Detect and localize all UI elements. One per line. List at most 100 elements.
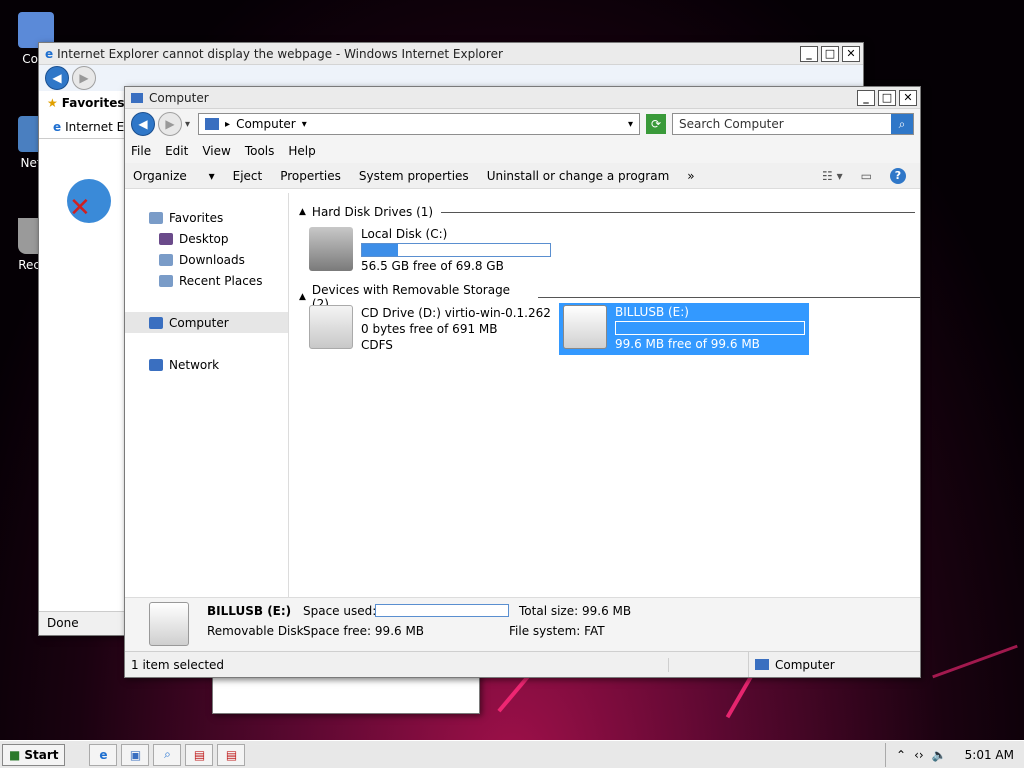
organize-label: Organize xyxy=(133,168,187,183)
nav-item-network[interactable]: Network xyxy=(125,354,288,375)
collapse-icon[interactable]: ▲ xyxy=(299,207,306,217)
nav-item-favorites[interactable]: Favorites xyxy=(125,207,288,228)
globe-error-icon: ✕ xyxy=(67,179,111,223)
ie-icon: e xyxy=(99,747,108,762)
preview-pane-icon[interactable]: ▭ xyxy=(861,169,872,183)
explorer-window[interactable]: Computer _ □ ✕ ◀ ▶ ▾ ▸ Computer ▾ ▾ ⟳ Se… xyxy=(124,86,921,678)
space-free-label: Space free: xyxy=(303,624,372,638)
star-icon: ★ xyxy=(47,96,58,110)
history-dropdown-icon[interactable]: ▾ xyxy=(185,119,190,130)
taskbar-search-button[interactable]: ⌕ xyxy=(153,743,182,766)
nav-label: Downloads xyxy=(179,252,245,267)
drive-e-selected[interactable]: BILLUSB (E:) 99.6 MB free of 99.6 MB xyxy=(559,303,809,355)
nav-item-computer[interactable]: Computer xyxy=(125,312,288,333)
nav-item-desktop[interactable]: Desktop xyxy=(125,228,288,249)
ie-window-title: Internet Explorer cannot display the web… xyxy=(57,46,503,61)
menu-file[interactable]: File xyxy=(131,144,151,158)
maximize-button[interactable]: □ xyxy=(821,45,839,62)
ie-back-button[interactable]: ◀ xyxy=(45,66,69,90)
group-header-hard-disks[interactable]: ▲ Hard Disk Drives (1) xyxy=(299,205,916,219)
drive-name: BILLUSB (E:) xyxy=(615,305,689,319)
forward-button[interactable]: ▶ xyxy=(158,112,182,136)
search-input[interactable]: Search Computer ⌕ xyxy=(672,113,914,135)
taskbar-app-button[interactable]: ▤ xyxy=(185,743,214,766)
address-text: Computer xyxy=(236,117,296,131)
ie-status-text: Done xyxy=(47,616,79,630)
ie-tab-label: Internet E xyxy=(65,119,125,134)
nav-label: Desktop xyxy=(179,231,229,246)
chevron-down-icon[interactable]: ▾ xyxy=(302,119,307,130)
downloads-folder-icon xyxy=(159,253,173,266)
close-button[interactable]: ✕ xyxy=(842,45,860,62)
minimize-button[interactable]: _ xyxy=(800,45,818,62)
disk-usage-bar xyxy=(361,243,551,257)
network-tray-icon[interactable]: ‹› xyxy=(914,748,924,762)
more-commands-button[interactable]: » xyxy=(687,169,694,183)
explorer-window-title: Computer xyxy=(149,90,209,105)
volume-muted-icon[interactable]: 🔈 xyxy=(932,748,947,762)
menu-help[interactable]: Help xyxy=(288,144,315,158)
computer-small-icon xyxy=(131,92,143,103)
uninstall-program-button[interactable]: Uninstall or change a program xyxy=(487,169,670,183)
disk-usage-bar xyxy=(615,321,805,335)
space-free-row: Space free: 99.6 MB xyxy=(303,624,424,638)
ie-titlebar[interactable]: e Internet Explorer cannot display the w… xyxy=(39,43,863,65)
space-free-value: 99.6 MB xyxy=(374,624,425,638)
command-bar: Organize ▾ Eject Properties System prope… xyxy=(125,163,920,189)
ie-favorites-label[interactable]: Favorites xyxy=(62,96,125,110)
explorer-body: Favorites Desktop Downloads Recent Place… xyxy=(125,193,920,597)
drive-d[interactable]: CD Drive (D:) virtio-win-0.1.262 0 bytes… xyxy=(309,305,551,353)
desktop-icon xyxy=(159,232,173,245)
drive-free-space: 99.6 MB free of 99.6 MB xyxy=(615,337,760,351)
nav-item-downloads[interactable]: Downloads xyxy=(125,249,288,270)
minimize-button[interactable]: _ xyxy=(857,89,875,106)
taskbar-explorer-button[interactable]: ▣ xyxy=(121,743,150,766)
back-button[interactable]: ◀ xyxy=(131,112,155,136)
network-small-icon xyxy=(149,358,163,371)
space-used-label: Space used: xyxy=(303,604,377,618)
taskbar-app-button[interactable]: ▤ xyxy=(217,743,246,766)
clock[interactable]: 5:01 AM xyxy=(965,748,1014,762)
file-system-value: FAT xyxy=(584,624,605,638)
menu-view[interactable]: View xyxy=(202,144,230,158)
nav-label: Recent Places xyxy=(179,273,263,288)
taskbar-ie-button[interactable]: e xyxy=(89,743,118,766)
explorer-titlebar[interactable]: Computer _ □ ✕ xyxy=(125,87,920,109)
collapse-icon[interactable]: ▲ xyxy=(299,292,306,302)
hard-disk-icon xyxy=(309,227,353,271)
refresh-icon[interactable]: ⟳ xyxy=(646,114,666,134)
status-location-label: Computer xyxy=(775,657,835,672)
start-button[interactable]: ■ Start xyxy=(2,743,66,766)
ie-forward-button[interactable]: ▶ xyxy=(72,66,96,90)
app-icon: ▤ xyxy=(225,747,238,762)
help-icon[interactable]: ? xyxy=(890,167,906,184)
views-icon[interactable]: ☷ ▾ xyxy=(822,169,843,183)
status-location: Computer xyxy=(749,658,835,672)
eject-button[interactable]: Eject xyxy=(233,169,263,183)
show-hidden-icons-icon[interactable]: ⌃ xyxy=(896,748,906,762)
address-dropdown-icon[interactable]: ▾ xyxy=(628,119,633,130)
close-button[interactable]: ✕ xyxy=(899,89,917,106)
drive-c[interactable]: Local Disk (C:) 56.5 GB free of 69.8 GB xyxy=(309,227,551,273)
total-size-value: 99.6 MB xyxy=(581,604,632,618)
maximize-button[interactable]: □ xyxy=(878,89,896,106)
drive-name: CD Drive (D:) virtio-win-0.1.262 xyxy=(361,306,551,320)
address-bar[interactable]: ▸ Computer ▾ ▾ xyxy=(198,113,640,135)
app-icon: ▤ xyxy=(193,747,206,762)
nav-item-recent-places[interactable]: Recent Places xyxy=(125,270,288,291)
cd-drive-icon xyxy=(309,305,353,349)
properties-button[interactable]: Properties xyxy=(280,169,341,183)
breadcrumb-chevron-icon[interactable]: ▸ xyxy=(225,119,230,130)
start-label: Start xyxy=(24,747,59,762)
space-used-bar xyxy=(375,604,509,617)
organize-button[interactable]: Organize ▾ xyxy=(133,169,215,183)
system-properties-button[interactable]: System properties xyxy=(359,169,469,183)
removable-disk-icon xyxy=(563,305,607,349)
address-row: ◀ ▶ ▾ ▸ Computer ▾ ▾ ⟳ Search Computer ⌕ xyxy=(125,109,920,139)
drive-file-system: CDFS xyxy=(361,338,393,352)
menu-edit[interactable]: Edit xyxy=(165,144,188,158)
search-icon[interactable]: ⌕ xyxy=(891,114,913,134)
group-header-label: Hard Disk Drives (1) xyxy=(311,205,434,219)
computer-small-icon xyxy=(149,316,163,329)
menu-tools[interactable]: Tools xyxy=(245,144,275,158)
